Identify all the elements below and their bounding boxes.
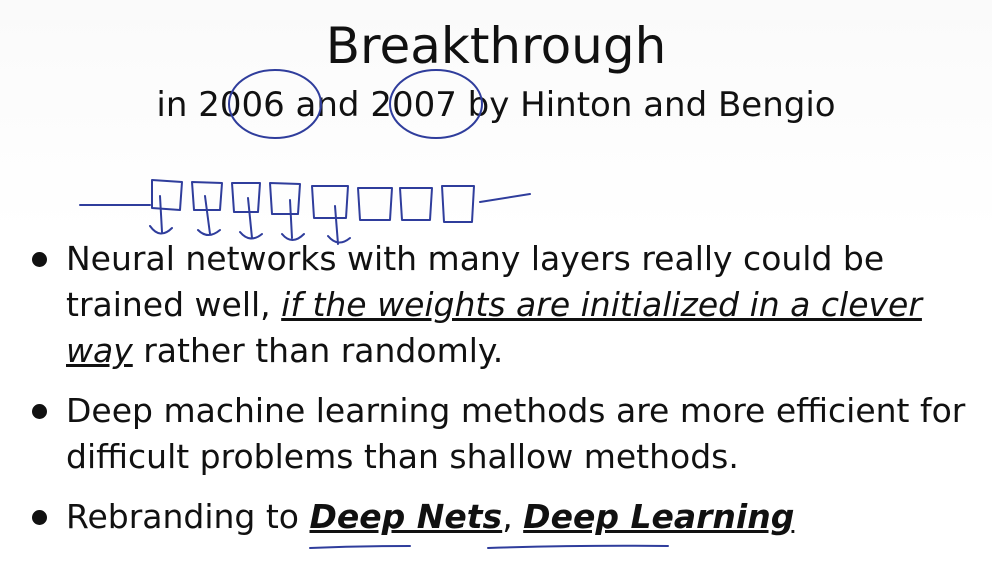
bullet-3-sep: , [502, 497, 524, 536]
bullet-list: Neural networks with many layers really … [30, 236, 980, 554]
term-deep-learning: Deep Learning [523, 497, 795, 536]
term-deep-nets: Deep Nets [309, 497, 503, 536]
year-2006: 2006 [198, 85, 285, 125]
slide-title: Breakthrough [325, 17, 667, 75]
subtitle-prefix: in [156, 85, 199, 125]
bullet-dot-icon [32, 404, 47, 419]
bullet-1-text-end: rather than randomly. [132, 331, 504, 370]
subtitle-suffix: by Hinton and Bengio [456, 85, 836, 125]
year-2007: 2007 [370, 85, 457, 125]
bullet-item: Neural networks with many layers really … [30, 236, 980, 374]
bullet-2-text: Deep machine learning methods are more e… [66, 391, 966, 476]
bullet-item: Rebranding to Deep Nets, Deep Learning [30, 494, 980, 540]
layer-diagram-sketch [79, 179, 531, 223]
bullet-item: Deep machine learning methods are more e… [30, 388, 980, 480]
slide-subtitle: in 2006 and 2007 by Hinton and Bengio [0, 82, 992, 128]
bullet-dot-icon [32, 510, 47, 525]
bullet-dot-icon [32, 252, 47, 267]
subtitle-mid: and [284, 85, 371, 125]
bullet-3-prefix: Rebranding to [66, 497, 310, 536]
